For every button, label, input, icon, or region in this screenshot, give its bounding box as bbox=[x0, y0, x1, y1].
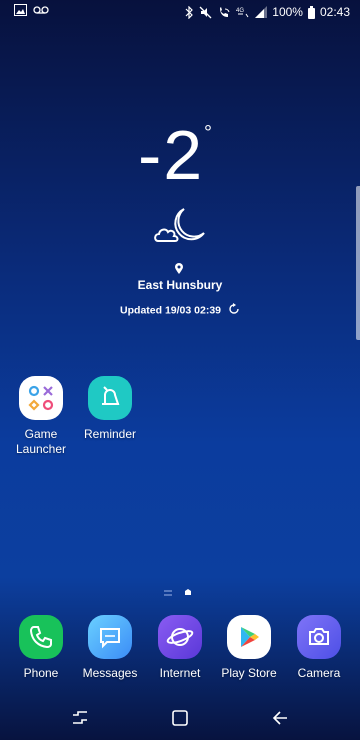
moon-cloud-icon bbox=[154, 205, 208, 252]
page-indicator[interactable] bbox=[164, 583, 192, 601]
camera-icon bbox=[297, 615, 341, 659]
recents-button[interactable] bbox=[65, 708, 95, 732]
signal-icon bbox=[255, 6, 268, 18]
wifi-call-icon bbox=[217, 6, 231, 19]
battery-icon bbox=[307, 5, 315, 19]
game-launcher-icon bbox=[19, 376, 63, 420]
home-button[interactable] bbox=[165, 708, 195, 732]
reminder-icon bbox=[88, 376, 132, 420]
app-label: Phone bbox=[23, 666, 59, 680]
dock-app-camera[interactable]: Camera bbox=[284, 615, 354, 681]
bluetooth-icon bbox=[185, 5, 194, 19]
play-store-icon bbox=[227, 615, 271, 659]
volte-icon: 4G bbox=[236, 6, 250, 19]
recents-icon bbox=[72, 710, 88, 730]
internet-icon bbox=[158, 615, 202, 659]
app-label: Internet bbox=[159, 666, 201, 680]
mute-icon bbox=[199, 6, 212, 19]
phone-icon bbox=[19, 615, 63, 659]
location-name: East Hunsbury bbox=[137, 278, 223, 292]
updated-text: Updated 19/03 02:39 bbox=[120, 304, 222, 317]
app-label: Reminder bbox=[83, 427, 137, 441]
app-label: Play Store bbox=[221, 666, 277, 680]
status-bar: 4G 100% 02:43 bbox=[0, 0, 360, 24]
refresh-icon[interactable] bbox=[228, 303, 240, 318]
app-label: Game Launcher bbox=[15, 427, 67, 456]
battery-percent: 100% bbox=[272, 5, 303, 19]
app-game-launcher[interactable]: Game Launcher bbox=[6, 376, 76, 457]
degree-symbol: ° bbox=[204, 122, 212, 144]
edge-panel-handle[interactable] bbox=[356, 186, 360, 340]
app-label: Camera bbox=[297, 666, 341, 680]
voicemail-icon bbox=[33, 4, 49, 16]
updated-time: Updated 19/03 02:39 bbox=[0, 303, 360, 318]
dock-app-phone[interactable]: Phone bbox=[6, 615, 76, 681]
home-page-dot-icon bbox=[184, 583, 192, 601]
dock-app-messages[interactable]: Messages bbox=[75, 615, 145, 681]
navigation-bar bbox=[0, 700, 360, 740]
app-reminder[interactable]: Reminder bbox=[75, 376, 145, 442]
home-icon bbox=[172, 709, 188, 731]
messages-icon bbox=[88, 615, 132, 659]
app-label: Messages bbox=[82, 666, 138, 680]
page-list-icon bbox=[164, 583, 172, 601]
back-icon bbox=[272, 710, 288, 730]
back-button[interactable] bbox=[265, 708, 295, 732]
temperature: -2 bbox=[138, 116, 205, 194]
dock-app-internet[interactable]: Internet bbox=[145, 615, 215, 681]
svg-text:4G: 4G bbox=[236, 8, 244, 14]
clock: 02:43 bbox=[319, 5, 350, 19]
dock-app-play-store[interactable]: Play Store bbox=[214, 615, 284, 681]
gallery-icon bbox=[14, 4, 27, 16]
